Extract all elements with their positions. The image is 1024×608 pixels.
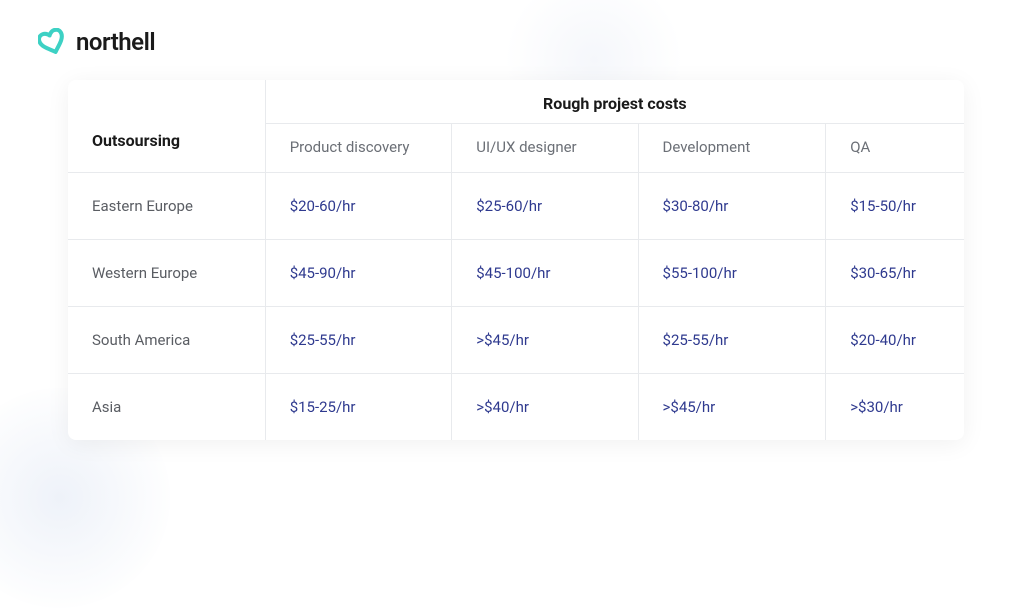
price-cell: $55-100/hr	[638, 240, 826, 307]
table-row: Western Europe $45-90/hr $45-100/hr $55-…	[68, 240, 964, 307]
column-header: UI/UX designer	[452, 124, 638, 173]
brand-logo: northell	[38, 28, 155, 56]
price-cell: >$30/hr	[826, 374, 964, 441]
column-header: QA	[826, 124, 964, 173]
price-cell: $25-60/hr	[452, 173, 638, 240]
price-cell: $45-100/hr	[452, 240, 638, 307]
row-label: Eastern Europe	[68, 173, 265, 240]
price-cell: $15-50/hr	[826, 173, 964, 240]
row-label: South America	[68, 307, 265, 374]
price-cell: $25-55/hr	[265, 307, 452, 374]
column-header: Product discovery	[265, 124, 452, 173]
price-cell: $15-25/hr	[265, 374, 452, 441]
price-cell: $20-60/hr	[265, 173, 452, 240]
table-title: Rough projest costs	[265, 80, 964, 124]
price-cell: $20-40/hr	[826, 307, 964, 374]
brand-name: northell	[76, 28, 155, 56]
brand-logo-icon	[38, 28, 66, 56]
row-dimension-label: Outsoursing	[68, 80, 265, 173]
table-row: Eastern Europe $20-60/hr $25-60/hr $30-8…	[68, 173, 964, 240]
price-cell: >$45/hr	[638, 374, 826, 441]
pricing-card: Outsoursing Rough projest costs Product …	[68, 80, 964, 440]
row-label: Western Europe	[68, 240, 265, 307]
price-cell: >$40/hr	[452, 374, 638, 441]
price-cell: $25-55/hr	[638, 307, 826, 374]
price-cell: $30-65/hr	[826, 240, 964, 307]
price-cell: >$45/hr	[452, 307, 638, 374]
price-cell: $45-90/hr	[265, 240, 452, 307]
table-row: South America $25-55/hr >$45/hr $25-55/h…	[68, 307, 964, 374]
price-cell: $30-80/hr	[638, 173, 826, 240]
table-row: Asia $15-25/hr >$40/hr >$45/hr >$30/hr	[68, 374, 964, 441]
row-label: Asia	[68, 374, 265, 441]
pricing-table: Outsoursing Rough projest costs Product …	[68, 80, 964, 440]
column-header: Development	[638, 124, 826, 173]
